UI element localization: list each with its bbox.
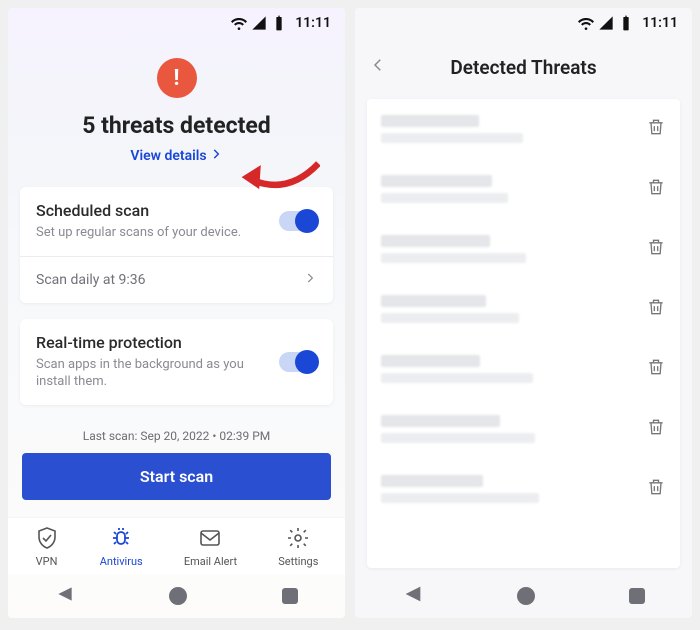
threat-summary: ! 5 threats detected View details [8,38,345,179]
tab-email[interactable]: Email Alert [184,526,237,568]
tab-label: VPN [36,555,58,568]
threat-item[interactable] [381,399,666,459]
back-button[interactable] [369,56,387,78]
signal-icon [598,15,614,31]
threat-item[interactable] [381,99,666,159]
alert-icon: ! [157,58,197,98]
tab-label: Settings [278,555,318,568]
delete-icon[interactable] [646,357,666,381]
view-details-label: View details [130,148,206,164]
scheduled-sub: Set up regular scans of your device. [36,224,241,242]
threat-item[interactable] [381,219,666,279]
delete-icon[interactable] [646,417,666,441]
threat-item-text [381,475,539,503]
nav-home[interactable] [169,587,187,605]
threat-item-text [381,175,508,203]
tab-settings[interactable]: Settings [278,526,318,568]
mail-icon [198,526,222,553]
antivirus-main-screen: 11:11 ! 5 threats detected View details … [8,8,345,618]
signal-icon [251,15,267,31]
battery-icon [271,15,287,31]
delete-icon[interactable] [646,237,666,261]
chevron-right-icon [303,271,317,289]
threat-item[interactable] [381,279,666,339]
android-nav [8,574,345,618]
threat-item[interactable] [381,339,666,399]
realtime-toggle[interactable] [279,352,317,372]
status-bar: 11:11 [355,8,692,38]
gear-icon [286,526,310,553]
tab-antivirus[interactable]: Antivirus [100,526,143,568]
clock: 11:11 [295,15,331,31]
start-scan-button[interactable]: Start scan [22,453,331,500]
clock: 11:11 [642,15,678,31]
realtime-sub: Scan apps in the background as you insta… [36,356,266,391]
threat-item-text [381,115,523,143]
tab-label: Email Alert [184,555,237,568]
bug-icon [109,526,133,553]
tab-vpn[interactable]: VPN [35,526,59,568]
delete-icon[interactable] [646,177,666,201]
battery-icon [618,15,634,31]
shield-icon [35,526,59,553]
wifi-icon [578,15,594,31]
scheduled-title: Scheduled scan [36,201,241,220]
status-bar: 11:11 [8,8,345,38]
threat-item[interactable] [381,159,666,219]
threat-item-text [381,235,526,263]
bottom-tabbar: VPN Antivirus Email Alert Settings [8,517,345,574]
scheduled-toggle[interactable] [279,211,317,231]
android-nav [355,574,692,618]
nav-back[interactable] [55,584,75,608]
nav-back[interactable] [402,583,424,609]
tab-label: Antivirus [100,555,143,568]
realtime-title: Real-time protection [36,333,266,352]
nav-recent[interactable] [629,588,645,604]
schedule-time-row[interactable]: Scan daily at 9:36 [36,271,317,289]
scheduled-scan-card: Scheduled scan Set up regular scans of y… [20,187,333,303]
page-title: Detected Threats [450,56,596,79]
chevron-right-icon [209,147,223,165]
threat-item-text [381,355,533,383]
delete-icon[interactable] [646,477,666,501]
realtime-card: Real-time protection Scan apps in the ba… [20,319,333,405]
threat-count-title: 5 threats detected [82,112,271,139]
threat-list [367,99,680,568]
nav-recent[interactable] [282,588,298,604]
delete-icon[interactable] [646,297,666,321]
threat-item[interactable] [381,459,666,519]
threat-item-text [381,415,535,443]
threats-header: Detected Threats [355,38,692,93]
wifi-icon [231,15,247,31]
delete-icon[interactable] [646,117,666,141]
view-details-link[interactable]: View details [130,147,222,165]
divider [20,256,333,257]
threat-item-text [381,295,519,323]
schedule-time-label: Scan daily at 9:36 [36,272,146,288]
nav-home[interactable] [517,587,535,605]
detected-threats-screen: 11:11 Detected Threats [355,8,692,618]
last-scan-label: Last scan: Sep 20, 2022 • 02:39 PM [8,429,345,443]
